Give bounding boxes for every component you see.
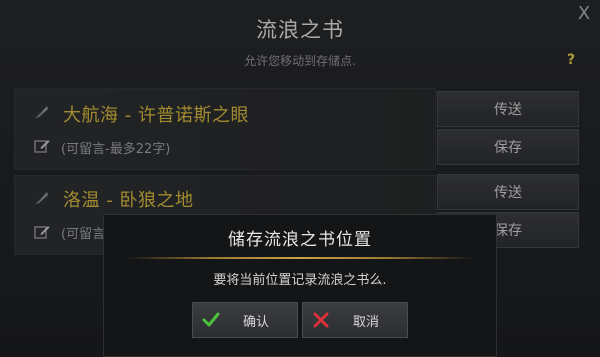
- confirm-button[interactable]: 确认: [192, 302, 298, 338]
- confirm-label: 确认: [243, 315, 270, 330]
- dialog-divider: [126, 257, 474, 259]
- cancel-label: 取消: [353, 315, 380, 330]
- dialog-title: 储存流浪之书位置: [228, 230, 372, 250]
- dialog-message: 要将当前位置记录流浪之书么.: [213, 273, 387, 288]
- confirm-dialog: 储存流浪之书位置 要将当前位置记录流浪之书么. 确认 取消: [103, 214, 497, 357]
- checkmark-icon: [202, 312, 220, 327]
- cross-icon: [313, 312, 329, 328]
- cancel-button[interactable]: 取消: [302, 302, 408, 338]
